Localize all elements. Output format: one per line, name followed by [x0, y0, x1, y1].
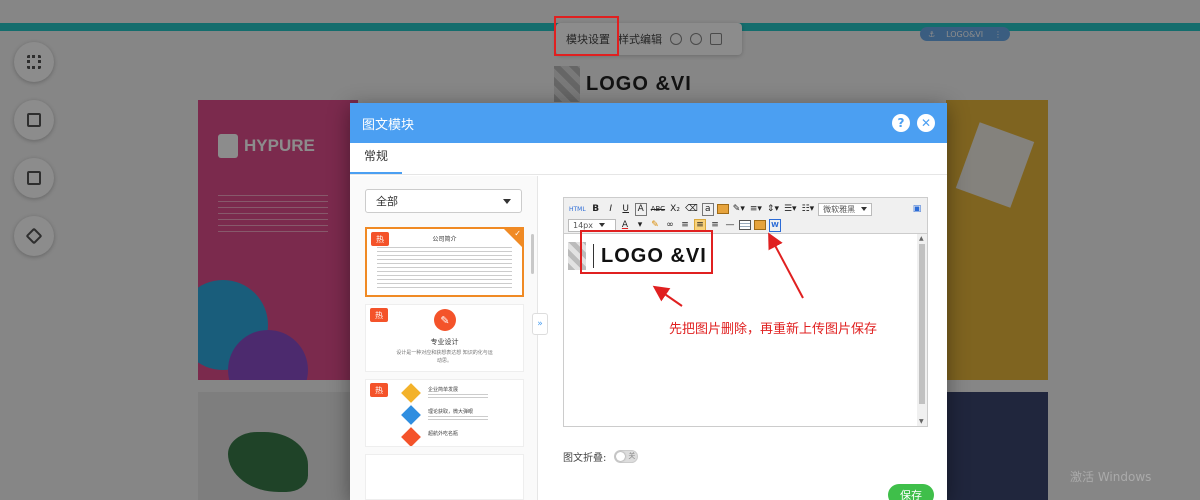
- ordered-list-icon[interactable]: ☰▾: [783, 203, 798, 216]
- fold-toggle[interactable]: 关: [614, 450, 639, 463]
- word-import-button[interactable]: W: [769, 218, 781, 232]
- template-title: 专业设计: [430, 338, 459, 346]
- eraser-icon[interactable]: ⌫: [684, 203, 699, 216]
- image-text-fold-setting: 图文折叠: 关: [563, 449, 639, 464]
- image-text-module-dialog: 图文模块 ? ✕ 常规 全部 热 公司简介 热 ✎ 专业设计 设计是一种对应和获…: [350, 103, 947, 500]
- hot-badge: 热: [370, 308, 388, 322]
- edit-icon: ✎: [434, 309, 456, 331]
- save-button[interactable]: 保存: [888, 484, 934, 500]
- dialog-header: 图文模块 ? ✕: [350, 103, 947, 143]
- html-source-button[interactable]: HTML: [568, 203, 587, 216]
- paste-text-icon[interactable]: a: [701, 202, 714, 216]
- template-filter-value: 全部: [376, 195, 398, 208]
- hot-badge: 热: [370, 383, 388, 397]
- dialog-tabs: 常规: [350, 143, 947, 175]
- chevron-down-icon: [599, 223, 605, 227]
- editor-scrollbar[interactable]: ▲ ▼: [917, 234, 927, 426]
- chevron-down-icon: [861, 207, 868, 211]
- step-3-icon: [401, 427, 421, 446]
- table-icon[interactable]: [739, 220, 751, 230]
- strikethrough-button[interactable]: ABC: [650, 203, 666, 216]
- format-painter-icon[interactable]: [716, 204, 729, 214]
- font-border-button[interactable]: A: [634, 202, 647, 216]
- highlight-icon[interactable]: ✎▾: [732, 203, 746, 216]
- collapse-panel-button[interactable]: »: [532, 313, 548, 335]
- step-2-label: 理论获取，微大弹眼: [428, 409, 474, 415]
- windows-watermark: 激活 Windows: [1070, 470, 1152, 484]
- insert-image-icon[interactable]: [754, 220, 766, 230]
- font-family-select[interactable]: 微软雅黑: [818, 202, 873, 216]
- fold-toggle-state: 关: [628, 452, 636, 460]
- chevron-down-icon: [503, 198, 511, 204]
- instruction-annotation: 先把图片删除，再重新上传图片保存: [669, 322, 878, 337]
- highlight-box-logo: [580, 230, 713, 274]
- step-3-label: 超航外吃名瓶: [428, 431, 459, 437]
- rich-text-editor: HTML B I U A ABC X₂ ⌫ a ✎▾ ≡▾ ⇕▾ ☰▾ ☷▾ 微…: [563, 197, 928, 427]
- help-icon[interactable]: ?: [892, 114, 910, 132]
- fold-label: 图文折叠:: [563, 453, 607, 464]
- template-list-scrollbar[interactable]: [531, 234, 534, 274]
- step-1-icon: [401, 383, 421, 403]
- step-1-label: 企业简单发展: [428, 387, 459, 393]
- paragraph-spacing-icon[interactable]: ≡▾: [749, 203, 763, 216]
- template-item-steps[interactable]: 热 企业简单发展 理论获取，微大弹眼 超航外吃名瓶: [365, 379, 524, 447]
- template-item-more[interactable]: [365, 454, 524, 500]
- scroll-up-icon[interactable]: ▲: [919, 235, 924, 242]
- template-list-panel: 全部 热 公司简介 热 ✎ 专业设计 设计是一种对应和获想表达想 知识的化与运动…: [350, 176, 538, 500]
- dialog-title: 图文模块: [362, 117, 415, 133]
- template-filter-select[interactable]: 全部: [365, 189, 522, 213]
- scroll-down-icon[interactable]: ▼: [919, 418, 924, 425]
- line-height-icon[interactable]: ⇕▾: [766, 203, 780, 216]
- horizontal-rule-icon[interactable]: —: [724, 219, 736, 232]
- bold-button[interactable]: B: [590, 203, 602, 216]
- editor-toolbar: HTML B I U A ABC X₂ ⌫ a ✎▾ ≡▾ ⇕▾ ☰▾ ☷▾ 微…: [564, 198, 927, 234]
- highlight-box-module-settings: [554, 16, 619, 56]
- underline-button[interactable]: U: [620, 203, 632, 216]
- editor-content[interactable]: LOGO &VI 先把图片删除，再重新上传图片保存 ▲ ▼: [564, 230, 927, 426]
- font-family-value: 微软雅黑: [823, 204, 856, 214]
- template-item-pro-design[interactable]: 热 ✎ 专业设计 设计是一种对应和获想表达想 知识的化与运动思。: [365, 304, 524, 372]
- editor-toolbar-row-1: HTML B I U A ABC X₂ ⌫ a ✎▾ ≡▾ ⇕▾ ☰▾ ☷▾ 微…: [568, 201, 873, 217]
- template-preview-lines: [377, 247, 512, 289]
- font-size-value: 14px: [573, 220, 593, 230]
- italic-button[interactable]: I: [605, 203, 617, 216]
- subscript-button[interactable]: X₂: [669, 203, 681, 216]
- unordered-list-icon[interactable]: ☷▾: [801, 203, 816, 216]
- tab-general[interactable]: 常规: [350, 147, 403, 174]
- template-item-company-intro[interactable]: 热 公司简介: [365, 227, 524, 297]
- close-icon[interactable]: ✕: [917, 114, 935, 132]
- template-title: 公司简介: [432, 236, 457, 243]
- editor-panel: HTML B I U A ABC X₂ ⌫ a ✎▾ ≡▾ ⇕▾ ☰▾ ☷▾ 微…: [538, 176, 947, 500]
- fullscreen-icon[interactable]: ▣: [911, 202, 923, 215]
- template-description: 设计是一种对应和获想表达想 知识的化与运动思。: [396, 350, 493, 364]
- step-2-icon: [401, 405, 421, 425]
